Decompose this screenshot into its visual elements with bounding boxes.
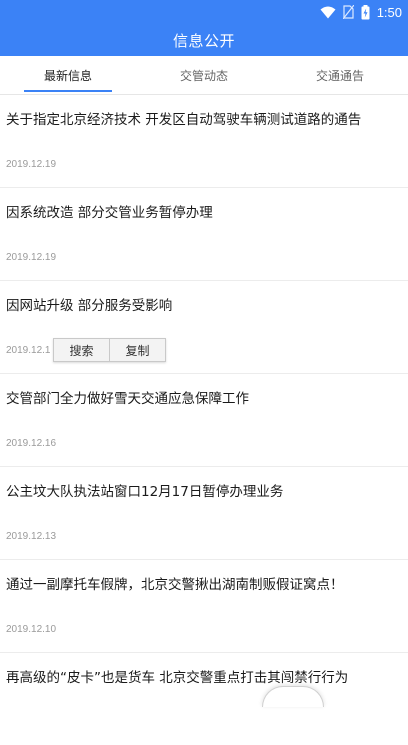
page-title: 信息公开 bbox=[172, 31, 235, 50]
list-item[interactable]: 再高级的“皮卡”也是货车 北京交警重点打击其闯禁行行为 bbox=[0, 653, 408, 745]
article-title: 再高级的“皮卡”也是货车 北京交警重点打击其闯禁行行为 bbox=[6, 670, 349, 686]
article-title: 因网站升级 部分服务受影响 bbox=[6, 298, 173, 314]
active-tab-indicator bbox=[24, 90, 112, 92]
floating-button[interactable] bbox=[262, 686, 324, 707]
article-date: 2019.12.16 bbox=[6, 438, 57, 449]
status-bar: 1:50 bbox=[0, 0, 408, 24]
article-title: 通过一副摩托车假牌，北京交警揪出湖南制贩假证窝点！ bbox=[6, 577, 344, 593]
article-title: 因系统改造 部分交管业务暂停办理 bbox=[6, 205, 213, 221]
article-title: 公主坟大队执法站窗口12月17日暂停办理业务 bbox=[6, 484, 284, 500]
no-sim-icon bbox=[342, 5, 354, 19]
tab-bar: 最新信息 交管动态 交通通告 bbox=[0, 56, 408, 95]
copy-button[interactable]: 复制 bbox=[109, 339, 165, 361]
wifi-icon bbox=[320, 6, 336, 19]
list-item[interactable]: 关于指定北京经济技术 开发区自动驾驶车辆测试道路的通告 2019.12.19 bbox=[0, 95, 408, 188]
list-item[interactable]: 公主坟大队执法站窗口12月17日暂停办理业务 2019.12.13 bbox=[0, 467, 408, 560]
article-date: 2019.12.13 bbox=[6, 531, 57, 542]
article-date: 2019.12.1 bbox=[6, 345, 51, 356]
article-list: 关于指定北京经济技术 开发区自动驾驶车辆测试道路的通告 2019.12.19 因… bbox=[0, 95, 408, 745]
tab-label: 最新信息 bbox=[43, 68, 92, 83]
tab-label: 交管动态 bbox=[179, 68, 228, 83]
article-date: 2019.12.19 bbox=[6, 159, 57, 170]
list-item[interactable]: 因系统改造 部分交管业务暂停办理 2019.12.19 bbox=[0, 188, 408, 281]
tab-traffic-news[interactable]: 交管动态 bbox=[136, 56, 272, 94]
article-date: 2019.12.10 bbox=[6, 624, 57, 635]
list-item[interactable]: 交管部门全力做好雪天交通应急保障工作 2019.12.16 bbox=[0, 374, 408, 467]
article-title: 交管部门全力做好雪天交通应急保障工作 bbox=[6, 391, 249, 407]
article-title: 关于指定北京经济技术 开发区自动驾驶车辆测试道路的通告 bbox=[6, 112, 362, 128]
tab-label: 交通通告 bbox=[315, 68, 364, 83]
app-bar: 信息公开 bbox=[0, 24, 408, 56]
tab-traffic-notices[interactable]: 交通通告 bbox=[272, 56, 408, 94]
article-date: 2019.12.19 bbox=[6, 252, 57, 263]
tab-latest-info[interactable]: 最新信息 bbox=[0, 56, 136, 94]
search-button[interactable]: 搜索 bbox=[54, 339, 109, 361]
battery-icon bbox=[361, 4, 370, 20]
clock: 1:50 bbox=[376, 4, 402, 20]
text-selection-menu: 搜索 复制 bbox=[53, 338, 166, 362]
list-item[interactable]: 通过一副摩托车假牌，北京交警揪出湖南制贩假证窝点！ 2019.12.10 bbox=[0, 560, 408, 653]
status-icons: 1:50 bbox=[320, 3, 402, 21]
